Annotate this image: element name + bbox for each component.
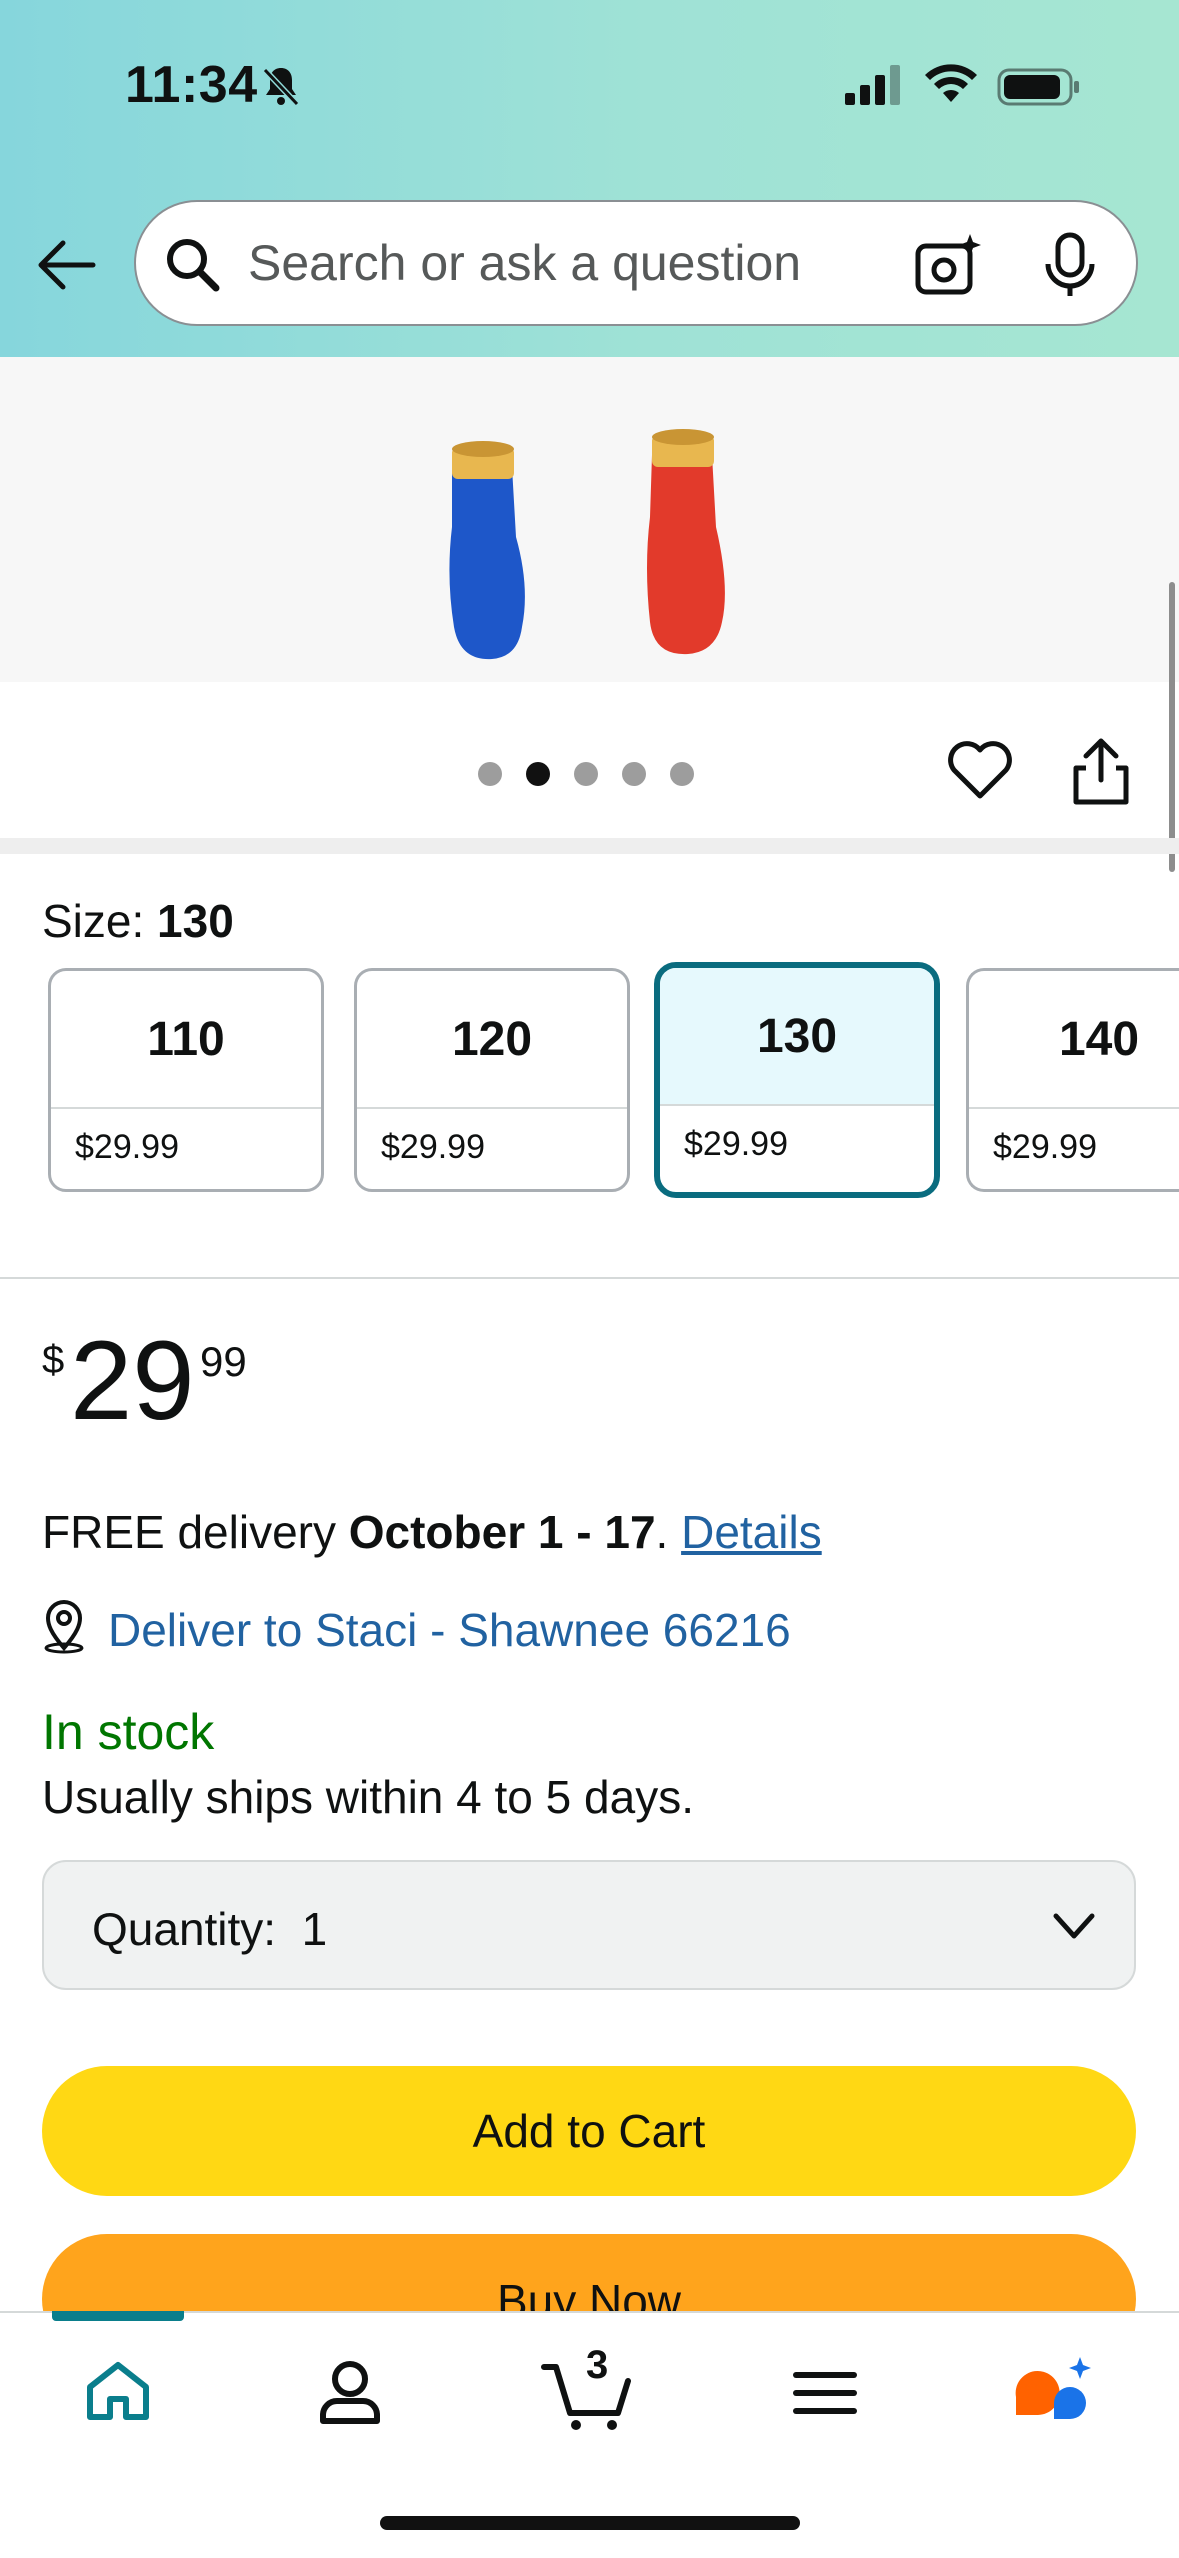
header: 11:34 <box>0 0 1179 357</box>
size-label: Size: 130 <box>42 895 234 947</box>
share-icon[interactable] <box>1068 736 1134 806</box>
home-indicator <box>380 2516 800 2530</box>
home-icon[interactable] <box>80 2353 156 2433</box>
size-option-130[interactable]: 130 $29.99 <box>654 962 940 1198</box>
size-option-price: $29.99 <box>381 1128 485 1166</box>
account-icon[interactable] <box>315 2353 385 2433</box>
size-option-label: 130 <box>660 968 934 1106</box>
deliver-to-link[interactable]: Deliver to Staci - Shawnee 66216 <box>108 1603 791 1657</box>
product-image-area[interactable] <box>0 357 1179 682</box>
section-divider <box>0 838 1179 854</box>
carousel-dot[interactable] <box>670 762 694 786</box>
battery-icon <box>997 68 1079 106</box>
scrollbar[interactable] <box>1169 582 1175 872</box>
add-to-cart-button[interactable]: Add to Cart <box>42 2066 1136 2196</box>
carousel-dot[interactable] <box>574 762 598 786</box>
cart-icon[interactable] <box>540 2353 632 2433</box>
silent-bell-icon <box>262 67 300 107</box>
location-pin-icon <box>44 1600 84 1654</box>
price-fraction: 99 <box>200 1338 247 1385</box>
size-option-110[interactable]: 110 $29.99 <box>48 968 324 1192</box>
size-option-price: $29.99 <box>684 1125 788 1163</box>
shipping-note: Usually ships within 4 to 5 days. <box>42 1771 694 1823</box>
carousel-dot[interactable] <box>622 762 646 786</box>
size-option-price: $29.99 <box>993 1128 1097 1166</box>
search-bar[interactable] <box>134 200 1138 326</box>
price-whole: 29 <box>70 1318 195 1443</box>
stock-status: In stock <box>42 1704 215 1760</box>
product-image <box>449 429 725 660</box>
rufus-assistant-icon[interactable] <box>1010 2353 1096 2433</box>
carousel-dot[interactable] <box>526 762 550 786</box>
wifi-icon <box>925 64 977 102</box>
details-link[interactable]: Details <box>681 1506 822 1558</box>
selected-size: 130 <box>157 895 234 947</box>
size-option-label: 140 <box>969 971 1179 1109</box>
price-currency: $ <box>42 1338 65 1382</box>
size-option-price: $29.99 <box>75 1128 179 1166</box>
search-icon <box>167 239 220 292</box>
size-option-label: 120 <box>357 971 627 1109</box>
back-arrow-icon[interactable] <box>33 235 97 295</box>
heart-icon[interactable] <box>946 738 1014 802</box>
image-carousel-dots[interactable] <box>478 758 694 790</box>
size-option-140[interactable]: 140 $29.99 <box>966 968 1179 1192</box>
delivery-info: FREE delivery October 1 - 17. Details <box>42 1506 822 1558</box>
cellular-signal-icon <box>845 65 900 105</box>
search-input[interactable] <box>248 230 868 296</box>
carousel-dot[interactable] <box>478 762 502 786</box>
camera-search-icon[interactable] <box>914 232 986 298</box>
size-option-label: 110 <box>51 971 321 1109</box>
size-option-120[interactable]: 120 $29.99 <box>354 968 630 1192</box>
active-tab-indicator <box>52 2311 184 2321</box>
chevron-down-icon <box>1053 1913 1095 1939</box>
menu-icon[interactable] <box>790 2353 860 2433</box>
status-time: 11:34 <box>125 56 258 114</box>
microphone-icon[interactable] <box>1042 232 1098 298</box>
quantity-value: 1 <box>301 1903 328 1955</box>
divider <box>0 1277 1179 1279</box>
quantity-dropdown[interactable]: Quantity: 1 <box>42 1860 1136 1990</box>
quantity-label: Quantity: 1 <box>92 1903 328 1955</box>
